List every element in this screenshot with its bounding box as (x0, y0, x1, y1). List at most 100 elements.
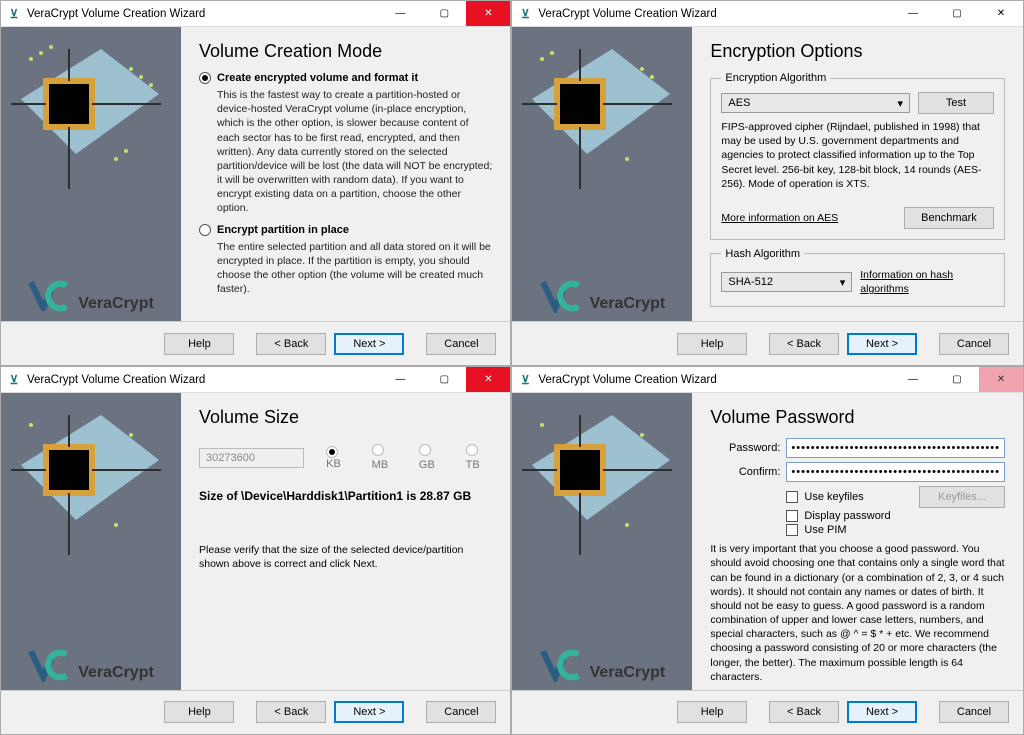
window-title: VeraCrypt Volume Creation Wizard (538, 8, 716, 20)
content-area: Volume Size 30273600 KB MB GB TB Size of… (181, 393, 510, 690)
option-desc: This is the fastest way to create a part… (217, 88, 492, 216)
display-password-checkbox[interactable] (786, 510, 798, 522)
select-value: SHA-512 (728, 276, 773, 288)
next-button[interactable]: Next > (847, 701, 917, 723)
brand-label: VeraCrypt (590, 295, 666, 313)
close-button[interactable]: ✕ (979, 367, 1023, 392)
page-title: Volume Size (199, 407, 492, 428)
window-title: VeraCrypt Volume Creation Wizard (538, 374, 716, 386)
use-pim-label: Use PIM (804, 524, 846, 536)
group-legend: Encryption Algorithm (721, 72, 830, 84)
page-title: Volume Creation Mode (199, 41, 492, 62)
confirm-input[interactable]: ••••••••••••••••••••••••••••••••••••••••… (786, 462, 1005, 482)
app-icon: ⊻ (518, 7, 532, 21)
use-keyfiles-checkbox[interactable] (786, 491, 798, 503)
wizard-footer: Help < Back Next > Cancel (512, 690, 1023, 734)
display-password-label: Display password (804, 510, 890, 522)
select-value: AES (728, 97, 750, 109)
titlebar[interactable]: ⊻ VeraCrypt Volume Creation Wizard — ▢ ✕ (1, 1, 510, 27)
brand-label: VeraCrypt (590, 664, 666, 682)
group-legend: Hash Algorithm (721, 248, 804, 260)
close-button[interactable]: ✕ (466, 1, 510, 26)
help-button[interactable]: Help (677, 333, 747, 355)
titlebar[interactable]: ⊻ VeraCrypt Volume Creation Wizard — ▢ ✕ (512, 1, 1023, 27)
wizard-window-encryption: ⊻ VeraCrypt Volume Creation Wizard — ▢ ✕ (511, 0, 1024, 366)
cancel-button[interactable]: Cancel (426, 701, 496, 723)
test-button[interactable]: Test (918, 92, 994, 114)
option-desc: The entire selected partition and all da… (217, 240, 492, 297)
hash-algorithm-group: Hash Algorithm SHA-512 ▾ Information on … (710, 248, 1005, 307)
encryption-algorithm-group: Encryption Algorithm AES ▾ Test FIPS-app… (710, 72, 1005, 240)
more-info-link[interactable]: More information on AES (721, 211, 838, 225)
maximize-button[interactable]: ▢ (422, 367, 466, 392)
option-label: Create encrypted volume and format it (217, 72, 418, 84)
chevron-down-icon: ▾ (840, 276, 846, 289)
maximize-button[interactable]: ▢ (422, 1, 466, 26)
back-button[interactable]: < Back (769, 333, 839, 355)
hash-info-link[interactable]: Information on hash algorithms (860, 268, 994, 296)
password-label: Password: (710, 442, 780, 454)
wizard-sidebar: VeraCrypt (1, 393, 181, 690)
password-input[interactable]: ••••••••••••••••••••••••••••••••••••••••… (786, 438, 1005, 458)
use-keyfiles-label: Use keyfiles (804, 491, 863, 503)
cancel-button[interactable]: Cancel (939, 333, 1009, 355)
verify-note: Please verify that the size of the selec… (199, 543, 492, 571)
next-button[interactable]: Next > (334, 701, 404, 723)
content-area: Volume Password Password: ••••••••••••••… (692, 393, 1023, 690)
chevron-down-icon: ▾ (897, 97, 903, 110)
encryption-algo-select[interactable]: AES ▾ (721, 93, 910, 113)
radio-icon (199, 224, 211, 236)
maximize-button[interactable]: ▢ (935, 367, 979, 392)
close-button[interactable]: ✕ (979, 1, 1023, 26)
unit-mb: MB (372, 444, 401, 471)
confirm-label: Confirm: (710, 466, 780, 478)
unit-radios: KB MB GB TB (326, 444, 492, 471)
page-title: Volume Password (710, 407, 1005, 428)
next-button[interactable]: Next > (847, 333, 917, 355)
back-button[interactable]: < Back (256, 701, 326, 723)
back-button[interactable]: < Back (769, 701, 839, 723)
help-button[interactable]: Help (677, 701, 747, 723)
wizard-window-mode: ⊻ VeraCrypt Volume Creation Wizard — ▢ ✕ (0, 0, 511, 366)
unit-tb: TB (466, 444, 493, 471)
app-icon: ⊻ (7, 373, 21, 387)
hash-algo-select[interactable]: SHA-512 ▾ (721, 272, 852, 292)
wizard-footer: Help < Back Next > Cancel (512, 321, 1023, 365)
minimize-button[interactable]: — (378, 367, 422, 392)
window-title: VeraCrypt Volume Creation Wizard (27, 8, 205, 20)
content-area: Volume Creation Mode Create encrypted vo… (181, 27, 510, 321)
next-button[interactable]: Next > (334, 333, 404, 355)
titlebar[interactable]: ⊻ VeraCrypt Volume Creation Wizard — ▢ ✕ (1, 367, 510, 393)
keyfiles-button: Keyfiles... (919, 486, 1005, 508)
wizard-sidebar: VeraCrypt (512, 393, 692, 690)
wizard-sidebar: VeraCrypt (1, 27, 181, 321)
help-button[interactable]: Help (164, 333, 234, 355)
minimize-button[interactable]: — (891, 1, 935, 26)
window-title: VeraCrypt Volume Creation Wizard (27, 374, 205, 386)
app-icon: ⊻ (7, 7, 21, 21)
cancel-button[interactable]: Cancel (426, 333, 496, 355)
wizard-window-password: ⊻ VeraCrypt Volume Creation Wizard — ▢ ✕ (511, 366, 1024, 735)
benchmark-button[interactable]: Benchmark (904, 207, 994, 229)
option-create-format[interactable]: Create encrypted volume and format it (199, 72, 492, 84)
close-button[interactable]: ✕ (466, 367, 510, 392)
brand-label: VeraCrypt (78, 295, 154, 313)
wizard-footer: Help < Back Next > Cancel (1, 690, 510, 734)
unit-kb: KB (326, 446, 354, 470)
content-area: Encryption Options Encryption Algorithm … (692, 27, 1023, 321)
brand-label: VeraCrypt (78, 664, 154, 682)
size-input: 30273600 (199, 448, 304, 468)
help-button[interactable]: Help (164, 701, 234, 723)
back-button[interactable]: < Back (256, 333, 326, 355)
use-pim-checkbox[interactable] (786, 524, 798, 536)
algo-description: FIPS-approved cipher (Rijndael, publishe… (721, 120, 994, 191)
option-label: Encrypt partition in place (217, 224, 349, 236)
minimize-button[interactable]: — (378, 1, 422, 26)
titlebar[interactable]: ⊻ VeraCrypt Volume Creation Wizard — ▢ ✕ (512, 367, 1023, 393)
cancel-button[interactable]: Cancel (939, 701, 1009, 723)
app-icon: ⊻ (518, 373, 532, 387)
maximize-button[interactable]: ▢ (935, 1, 979, 26)
password-advice: It is very important that you choose a g… (710, 542, 1005, 684)
option-encrypt-in-place[interactable]: Encrypt partition in place (199, 224, 492, 236)
minimize-button[interactable]: — (891, 367, 935, 392)
